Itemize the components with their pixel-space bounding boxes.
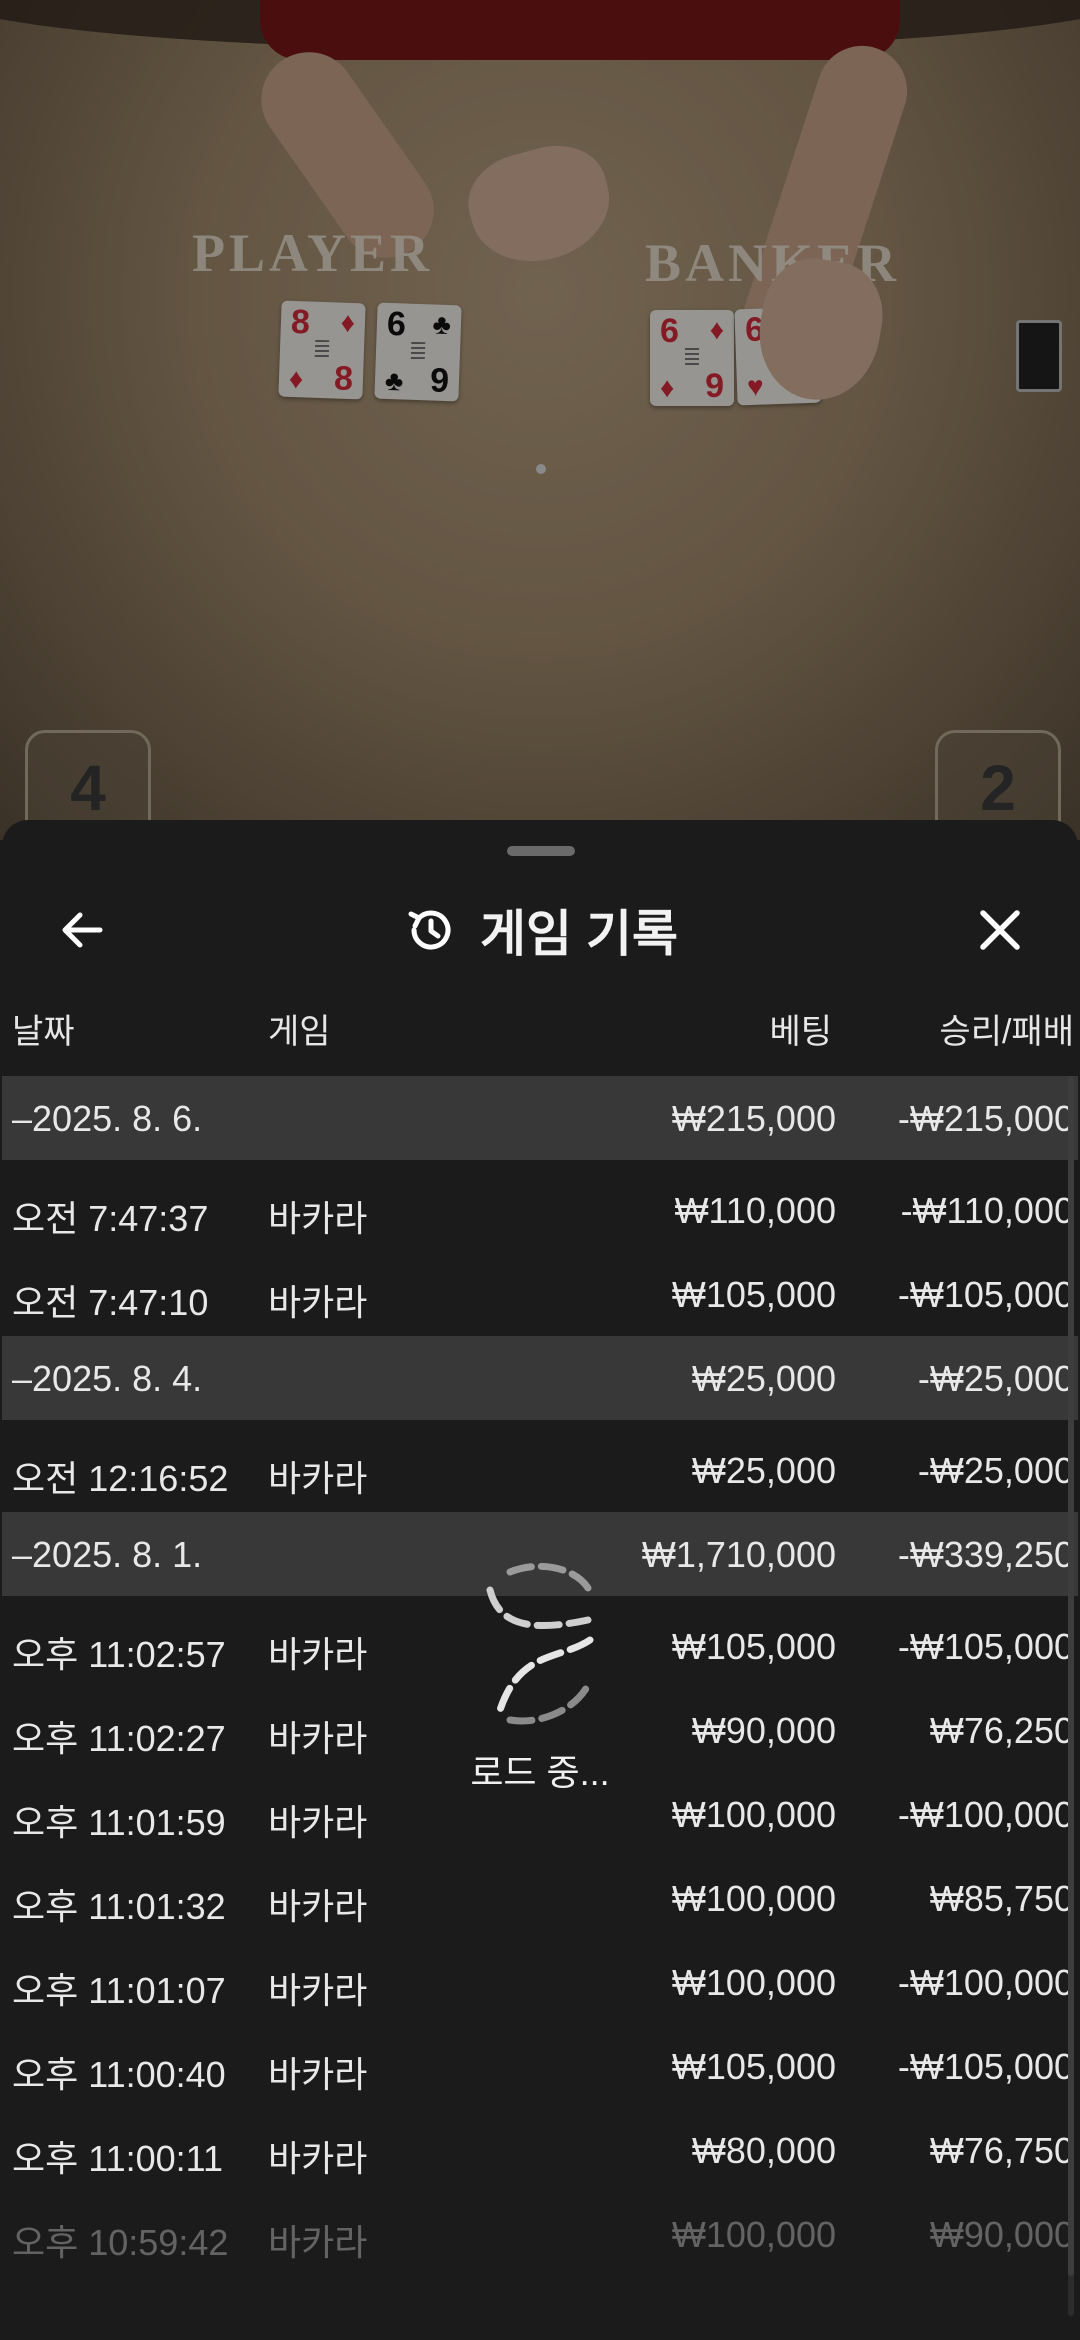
table-row[interactable]: 오전 12:16:52 바카라 ₩25,000 -₩25,000: [2, 1428, 1078, 1512]
row-result: ₩76,750: [929, 2130, 1074, 2171]
close-icon: [980, 910, 1020, 950]
dim-overlay: [0, 0, 1080, 840]
row-result: ₩90,000: [929, 2214, 1074, 2255]
group-result: -₩339,250: [897, 1534, 1074, 1575]
row-bet: ₩100,000: [671, 1962, 836, 2003]
row-game: 바카라: [268, 1282, 368, 1323]
group-bet: ₩25,000: [691, 1358, 836, 1399]
row-time: 오후 11:01:07: [12, 1970, 226, 2011]
row-bet: ₩110,000: [674, 1190, 836, 1231]
row-bet: ₩100,000: [671, 1878, 836, 1919]
row-result: -₩100,000: [897, 1794, 1074, 1835]
page-title: 게임 기록: [480, 906, 678, 962]
group-bet: ₩215,000: [671, 1098, 836, 1139]
row-bet: ₩100,000: [671, 2214, 836, 2255]
scrollbar-thumb[interactable]: [1068, 1076, 1074, 2276]
column-game: 게임: [268, 1013, 331, 1051]
loading-indicator: 로드 중...: [455, 1560, 625, 1840]
column-date: 날짜: [12, 1013, 75, 1051]
row-result: -₩105,000: [897, 1626, 1074, 1667]
row-game: 바카라: [268, 2138, 368, 2179]
column-bet: 베팅: [769, 1013, 832, 1051]
row-time: 오후 11:02:57: [12, 1634, 226, 1675]
row-time: 오후 11:00:40: [12, 2054, 226, 2095]
row-result: ₩76,250: [929, 1710, 1074, 1751]
date-group-row[interactable]: –2025. 8. 6. ₩215,000 -₩215,000: [2, 1076, 1078, 1160]
table-row[interactable]: 오후 11:00:40 바카라 ₩105,000 -₩105,000: [2, 2024, 1078, 2108]
row-bet: ₩80,000: [691, 2130, 836, 2171]
row-time: 오후 11:00:11: [12, 2138, 224, 2179]
loading-text: 로드 중...: [470, 1752, 610, 1793]
table-row[interactable]: 오전 7:47:37 바카라 ₩110,000 -₩110,000: [2, 1168, 1078, 1252]
title-wrap: 게임 기록: [2, 880, 1078, 980]
table-header: 날짜 게임 베팅 승리/패배: [2, 988, 1078, 1058]
row-bet: ₩105,000: [671, 1626, 836, 1667]
table-row[interactable]: 오후 11:01:32 바카라 ₩100,000 ₩85,750: [2, 1856, 1078, 1940]
table-row[interactable]: 오전 7:47:10 바카라 ₩105,000 -₩105,000: [2, 1252, 1078, 1336]
row-game: 바카라: [268, 1198, 368, 1239]
row-result: -₩110,000: [900, 1190, 1074, 1231]
row-bet: ₩100,000: [671, 1794, 836, 1835]
row-game: 바카라: [268, 1458, 368, 1499]
history-icon: [408, 910, 451, 950]
table-row[interactable]: 오후 11:00:11 바카라 ₩80,000 ₩76,750: [2, 2108, 1078, 2192]
date-group-row[interactable]: –2025. 8. 4. ₩25,000 -₩25,000: [2, 1336, 1078, 1420]
table-row[interactable]: 오후 11:01:07 바카라 ₩100,000 -₩100,000: [2, 1940, 1078, 2024]
row-time: 오후 11:01:32: [12, 1886, 226, 1927]
row-bet: ₩105,000: [671, 2046, 836, 2087]
table-row[interactable]: 오후 10:59:42 바카라 ₩100,000 ₩90,000: [2, 2192, 1078, 2276]
row-game: 바카라: [268, 1886, 368, 1927]
row-time: 오후 10:59:42: [12, 2222, 229, 2263]
row-bet: ₩25,000: [691, 1450, 836, 1491]
game-table-background: PLAYER BANKER 8 ♦ ♦ 8 6 ♣ ♣ 9 6 ♦ ♦ 9 6 …: [0, 0, 1080, 840]
row-result: -₩100,000: [897, 1962, 1074, 2003]
row-result: -₩105,000: [897, 2046, 1074, 2087]
row-game: 바카라: [268, 1634, 368, 1675]
group-bet: ₩1,710,000: [641, 1534, 836, 1575]
row-game: 바카라: [268, 1718, 368, 1759]
row-result: ₩85,750: [929, 1878, 1074, 1919]
row-time: 오전 7:47:10: [12, 1282, 209, 1323]
group-result: -₩25,000: [917, 1358, 1074, 1399]
row-bet: ₩90,000: [691, 1710, 836, 1751]
loading-spinner-icon: [486, 1562, 594, 1725]
group-date: –2025. 8. 1.: [12, 1534, 203, 1575]
row-game: 바카라: [268, 2054, 368, 2095]
group-date: –2025. 8. 4.: [12, 1358, 203, 1399]
column-result: 승리/패배: [939, 1013, 1074, 1051]
row-result: -₩25,000: [917, 1450, 1074, 1491]
sheet-header: 게임 기록: [2, 880, 1078, 990]
row-time: 오후 11:02:27: [12, 1718, 226, 1759]
row-bet: ₩105,000: [671, 1274, 836, 1315]
row-time: 오전 7:47:37: [12, 1198, 209, 1239]
close-button[interactable]: [950, 880, 1050, 980]
row-game: 바카라: [268, 1802, 368, 1843]
row-game: 바카라: [268, 1970, 368, 2011]
row-time: 오후 11:01:59: [12, 1802, 226, 1843]
group-result: -₩215,000: [897, 1098, 1074, 1139]
scrollbar[interactable]: [1068, 1076, 1074, 2316]
group-date: –2025. 8. 6.: [12, 1098, 203, 1139]
row-time: 오전 12:16:52: [12, 1458, 229, 1499]
drag-handle[interactable]: [507, 846, 575, 856]
row-result: -₩105,000: [897, 1274, 1074, 1315]
row-game: 바카라: [268, 2222, 368, 2263]
